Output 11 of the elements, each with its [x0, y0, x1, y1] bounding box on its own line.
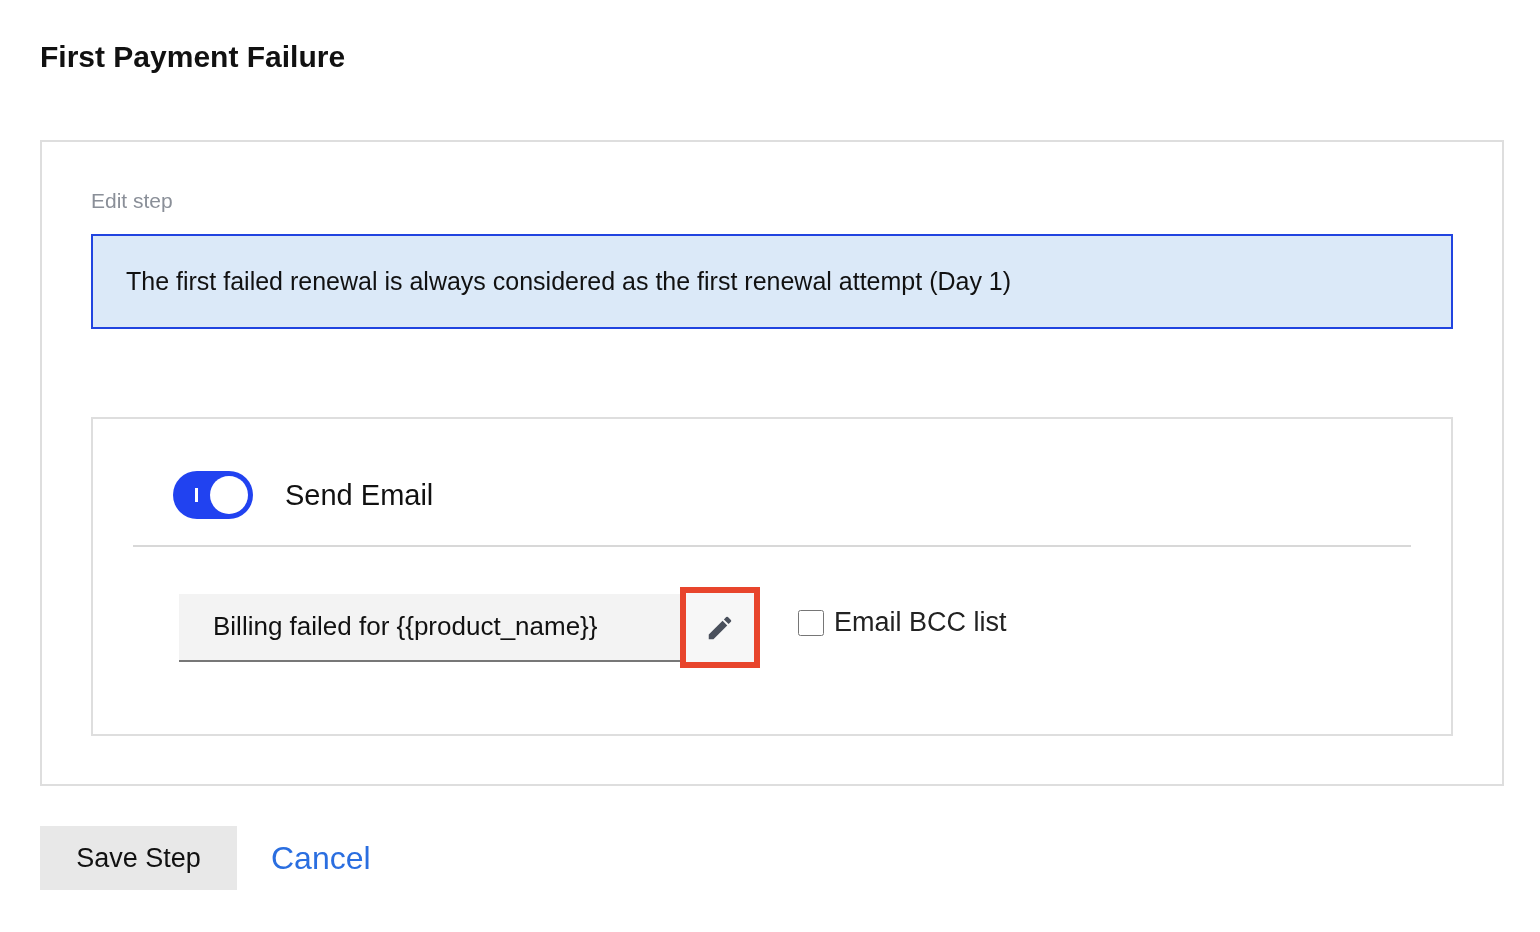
toggle-switch[interactable] — [173, 471, 253, 519]
section-heading: Edit step — [91, 188, 174, 214]
page-title: First Payment Failure — [40, 39, 347, 75]
bcc-checkbox[interactable] — [798, 609, 824, 636]
toggle-label: Send Email — [285, 478, 434, 512]
info-banner: The first failed renewal is always considered as the first renewal attempt (Day 1) — [91, 234, 1453, 329]
edit-button[interactable] — [680, 587, 760, 668]
save-button[interactable]: Save Step — [40, 826, 237, 890]
cancel-link[interactable]: Cancel — [271, 839, 371, 877]
checkbox-label: Email BCC list — [834, 607, 1007, 638]
subject-field[interactable]: Billing failed for {{product_name}} — [179, 593, 680, 662]
